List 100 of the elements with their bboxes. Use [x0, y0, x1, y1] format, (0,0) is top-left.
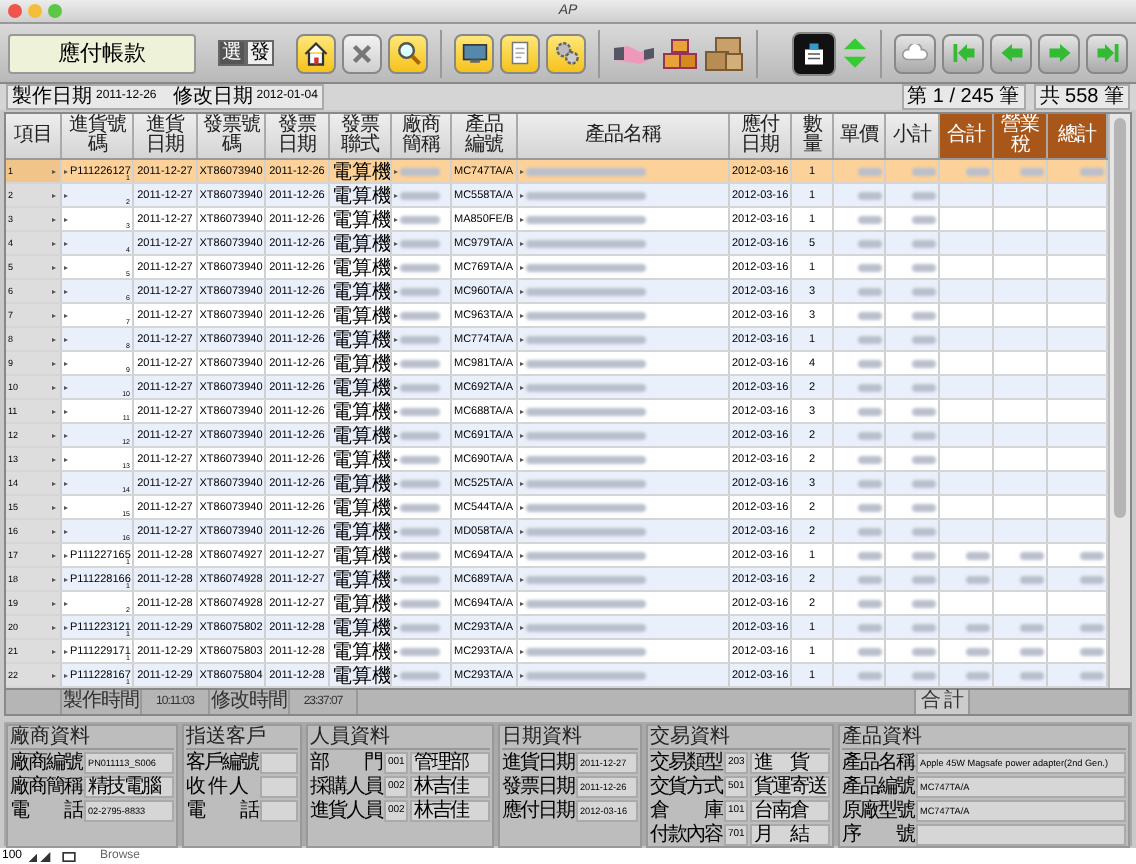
expand-arrow-icon[interactable] [52, 169, 56, 173]
expand-arrow-icon[interactable] [52, 289, 56, 293]
delete-button[interactable] [342, 33, 382, 73]
expand-arrow-icon[interactable] [52, 361, 56, 365]
expand-arrow-icon[interactable] [52, 625, 56, 629]
expand-arrow-icon[interactable] [64, 505, 68, 509]
expand-arrow-icon[interactable] [52, 409, 56, 413]
input-field[interactable] [260, 752, 298, 774]
input-field[interactable]: 精技電腦 [84, 776, 174, 798]
expand-arrow-icon[interactable] [64, 457, 68, 461]
column-header[interactable]: 產品編號 [452, 114, 518, 158]
column-header[interactable]: 數量 [792, 114, 834, 158]
expand-arrow-icon[interactable] [64, 649, 68, 653]
input-field[interactable]: 進 貨 [750, 752, 830, 774]
expand-arrow-icon[interactable] [64, 673, 68, 677]
input-field[interactable]: 台南倉 [750, 800, 830, 822]
monitor-button[interactable] [454, 33, 494, 73]
expand-arrow-icon[interactable] [52, 505, 56, 509]
expand-arrow-icon[interactable] [52, 433, 56, 437]
column-header[interactable]: 進貨日期 [134, 114, 198, 158]
expand-arrow-icon[interactable] [64, 625, 68, 629]
expand-arrow-icon[interactable] [52, 601, 56, 605]
expand-arrow-icon[interactable] [52, 649, 56, 653]
blurred-text [912, 575, 936, 583]
expand-arrow-icon[interactable] [52, 457, 56, 461]
column-header[interactable]: 營業稅 [994, 114, 1048, 158]
column-header[interactable]: 發票號碼 [198, 114, 266, 158]
export-button[interactable] [792, 31, 836, 75]
field-label: 電 話 [186, 800, 258, 822]
expand-arrow-icon[interactable] [52, 385, 56, 389]
input-field[interactable]: 林吉佳 [410, 800, 490, 822]
label: 修改日期 [172, 86, 253, 108]
blurred-text [400, 335, 440, 343]
last-record-button[interactable] [1086, 33, 1128, 73]
expand-arrow-icon[interactable] [52, 337, 56, 341]
expand-arrow-icon[interactable] [52, 481, 56, 485]
expand-arrow-icon[interactable] [64, 481, 68, 485]
boxes-icon[interactable] [662, 37, 698, 69]
gears-button[interactable] [546, 33, 586, 73]
expand-arrow-icon[interactable] [64, 577, 68, 581]
expand-arrow-icon[interactable] [64, 241, 68, 245]
expand-arrow-icon[interactable] [52, 553, 56, 557]
expand-arrow-icon[interactable] [52, 313, 56, 317]
expand-arrow-icon[interactable] [64, 361, 68, 365]
document-button[interactable] [500, 33, 540, 73]
first-record-button[interactable] [942, 33, 984, 73]
blurred-text [526, 623, 646, 631]
input-field[interactable]: 貨運寄送 [750, 776, 830, 798]
blurred-text [858, 359, 882, 367]
expand-arrow-icon[interactable] [52, 529, 56, 533]
expand-arrow-icon[interactable] [52, 265, 56, 269]
home-button[interactable] [296, 33, 336, 73]
input-field[interactable] [260, 800, 298, 822]
expand-arrow-icon[interactable] [64, 265, 68, 269]
blurred-text [400, 551, 440, 559]
input-field[interactable]: 管理部 [410, 752, 490, 774]
expand-arrow-icon[interactable] [64, 553, 68, 557]
expand-arrow-icon[interactable] [64, 529, 68, 533]
column-header[interactable]: 項目 [6, 114, 62, 158]
column-header[interactable]: 單價 [834, 114, 886, 158]
close-button[interactable] [8, 4, 22, 18]
expand-arrow-icon[interactable] [64, 193, 68, 197]
scrollbar[interactable] [1108, 114, 1130, 688]
blurred-text [526, 599, 646, 607]
expand-arrow-icon[interactable] [64, 601, 68, 605]
column-header[interactable]: 產品名稱 [518, 114, 730, 158]
cloud-button[interactable] [894, 33, 936, 73]
expand-arrow-icon[interactable] [52, 241, 56, 245]
expand-arrow-icon[interactable] [52, 193, 56, 197]
expand-arrow-icon[interactable] [52, 577, 56, 581]
expand-arrow-icon[interactable] [64, 313, 68, 317]
previous-record-button[interactable] [990, 33, 1032, 73]
expand-arrow-icon[interactable] [64, 337, 68, 341]
expand-arrow-icon[interactable] [64, 433, 68, 437]
status-toggle-icon[interactable] [62, 851, 77, 861]
expand-arrow-icon[interactable] [64, 409, 68, 413]
next-record-button[interactable] [1038, 33, 1080, 73]
toggle-segment[interactable]: 發 [246, 40, 274, 66]
input-field[interactable]: 月 結 [750, 824, 830, 846]
expand-arrow-icon[interactable] [64, 289, 68, 293]
expand-arrow-icon[interactable] [52, 217, 56, 221]
column-header[interactable]: 發票聯式 [330, 114, 392, 158]
toggle-segment[interactable]: 選 [218, 40, 246, 66]
column-header[interactable]: 總計 [1048, 114, 1108, 158]
blurred-text [858, 287, 882, 295]
expand-arrow-icon[interactable] [52, 673, 56, 677]
cardboard-boxes-icon[interactable] [704, 35, 744, 71]
input-field[interactable] [916, 824, 1126, 846]
search-button[interactable] [388, 33, 428, 73]
column-header[interactable]: 合計 [940, 114, 994, 158]
blurred-text [912, 215, 936, 223]
scroll-thumb[interactable] [1114, 118, 1126, 518]
expand-arrow-icon[interactable] [64, 217, 68, 221]
input-field[interactable]: 林吉佳 [410, 776, 490, 798]
expand-arrow-icon[interactable] [64, 169, 68, 173]
expand-arrow-icon[interactable] [64, 385, 68, 389]
layout-title-button[interactable]: 應付帳款 [8, 33, 196, 73]
column-header[interactable]: 發票日期 [266, 114, 330, 158]
column-header[interactable]: 進貨號碼 [62, 114, 134, 158]
input-field[interactable] [260, 776, 298, 798]
